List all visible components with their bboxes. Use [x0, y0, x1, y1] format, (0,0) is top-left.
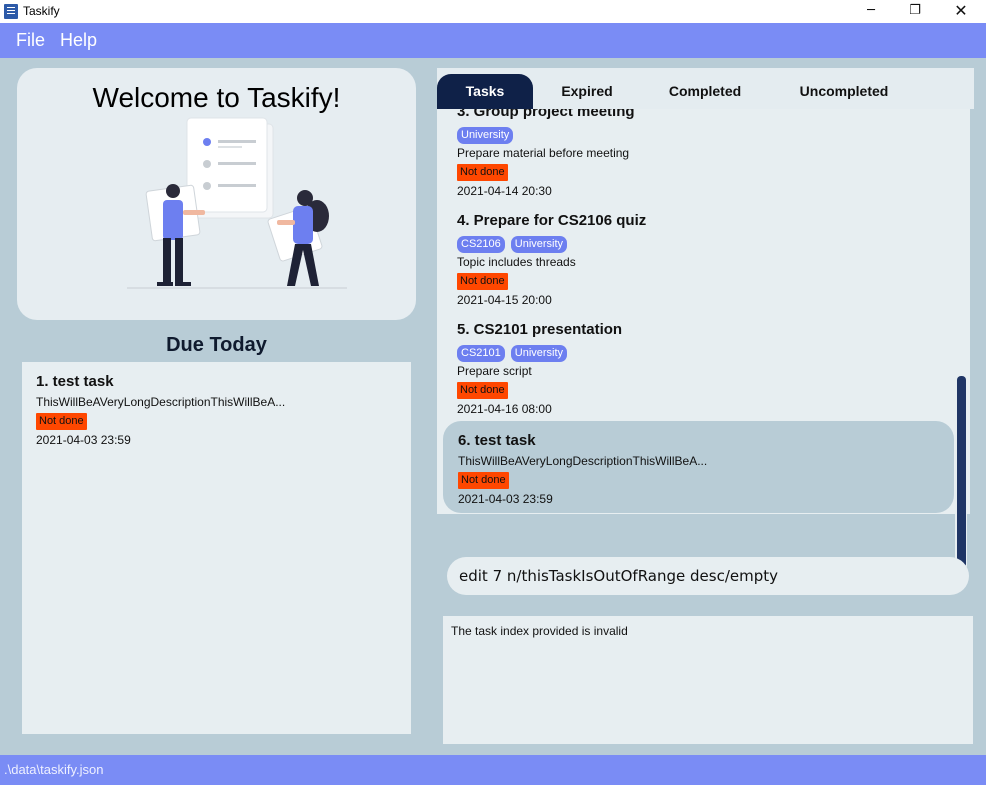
- task-date: 2021-04-03 23:59: [36, 433, 131, 447]
- task-name: 5. CS2101 presentation: [457, 321, 623, 338]
- tag-label: University: [510, 345, 568, 362]
- task-card-selected[interactable]: 6. test task ThisWillBeAVeryLongDescript…: [443, 421, 954, 513]
- menu-bar: File Help: [0, 23, 986, 58]
- list-item[interactable]: 1. test task ThisWillBeAVeryLongDescript…: [36, 372, 396, 449]
- task-description: Prepare script: [457, 364, 532, 378]
- task-date: 2021-04-15 20:00: [457, 293, 552, 307]
- task-card[interactable]: 4. Prepare for CS2106 quiz CS2106 Univers…: [443, 206, 953, 312]
- close-button[interactable]: ✕: [938, 0, 984, 23]
- task-date: 2021-04-14 20:30: [457, 184, 552, 198]
- title-bar: Taskify ─ ❐ ✕: [0, 0, 986, 23]
- status-badge: Not done: [457, 273, 508, 290]
- task-card[interactable]: 5. CS2101 presentation CS2101 University …: [443, 315, 953, 421]
- welcome-card: Welcome to Taskify!: [17, 68, 416, 320]
- task-date: 2021-04-16 08:00: [457, 402, 552, 416]
- status-badge: Not done: [36, 413, 87, 430]
- task-description: Prepare material before meeting: [457, 146, 630, 160]
- menu-file[interactable]: File: [16, 30, 45, 51]
- welcome-title: Welcome to Taskify!: [92, 82, 341, 113]
- task-description: Topic includes threads: [457, 255, 576, 269]
- task-name: 6. test task: [458, 432, 536, 449]
- minimize-button[interactable]: ─: [848, 0, 894, 23]
- scrollbar-thumb[interactable]: [957, 376, 966, 568]
- maximize-button[interactable]: ❐: [892, 0, 938, 23]
- menu-help[interactable]: Help: [60, 30, 97, 51]
- status-badge: Not done: [458, 472, 509, 489]
- status-badge: Not done: [457, 164, 508, 181]
- main-area: Welcome to Taskify! Due Today 1. test ta…: [0, 58, 986, 755]
- task-card[interactable]: 3. Group project meeting University Prep…: [443, 109, 953, 203]
- tab-completed[interactable]: Completed: [655, 74, 755, 109]
- task-name: 3. Group project meeting: [457, 109, 635, 120]
- task-list[interactable]: 3. Group project meeting University Prep…: [437, 109, 970, 514]
- task-name: 1. test task: [36, 373, 114, 390]
- tag-label: CS2101: [457, 345, 505, 362]
- data-file-path: .\data\taskify.json: [4, 762, 104, 777]
- tab-bar: Tasks Expired Completed Uncompleted: [437, 68, 974, 109]
- checklist-illustration: [127, 117, 347, 289]
- task-description: ThisWillBeAVeryLongDescriptionThisWillBe…: [36, 395, 286, 409]
- tag-label: University: [457, 127, 514, 144]
- window-title: Taskify: [23, 4, 60, 18]
- status-bar: .\data\taskify.json: [0, 755, 986, 785]
- tab-tasks[interactable]: Tasks: [437, 74, 533, 109]
- status-badge: Not done: [457, 382, 508, 399]
- tab-expired[interactable]: Expired: [541, 74, 633, 109]
- due-today-title: Due Today: [166, 334, 267, 356]
- due-today-list[interactable]: 1. test task ThisWillBeAVeryLongDescript…: [22, 362, 411, 734]
- result-display: The task index provided is invalid: [443, 616, 973, 744]
- app-icon: [4, 4, 18, 19]
- tag-label: CS2106: [457, 236, 505, 253]
- result-message: The task index provided is invalid: [451, 624, 628, 638]
- tab-uncompleted[interactable]: Uncompleted: [787, 74, 901, 109]
- task-name: 4. Prepare for CS2106 quiz: [457, 212, 647, 229]
- command-input[interactable]: [447, 557, 969, 595]
- tag-label: University: [510, 236, 568, 253]
- task-description: ThisWillBeAVeryLongDescriptionThisWillBe…: [458, 454, 708, 468]
- task-date: 2021-04-03 23:59: [458, 492, 553, 506]
